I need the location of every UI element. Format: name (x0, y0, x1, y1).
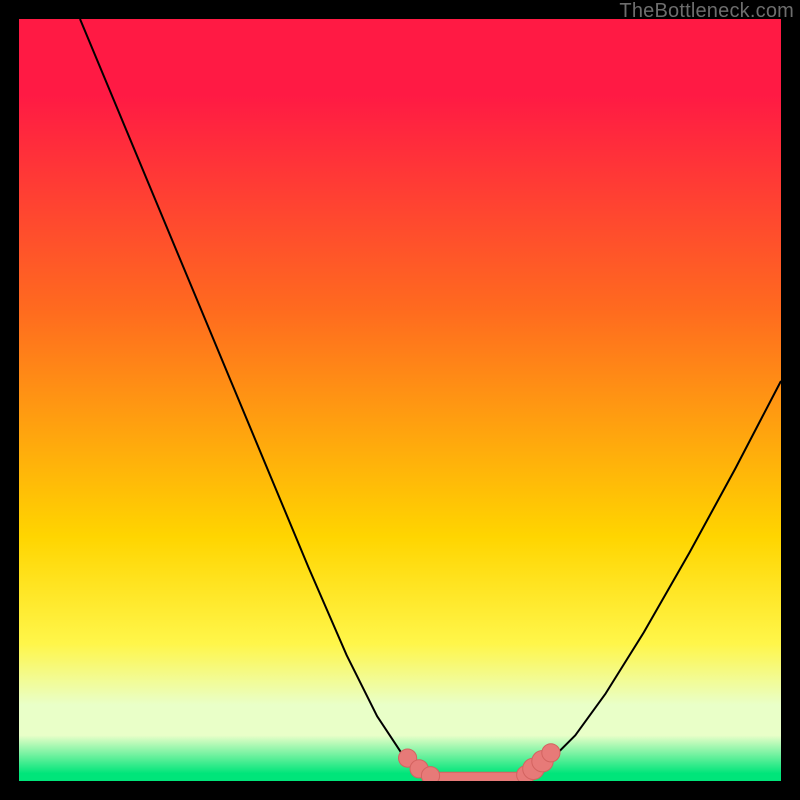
curve-marker (421, 767, 439, 781)
bottleneck-curve (80, 19, 781, 780)
curve-marker (542, 744, 560, 762)
valley-highlight-band (434, 772, 522, 781)
chart-frame (19, 19, 781, 781)
bottleneck-curve-plot (19, 19, 781, 781)
